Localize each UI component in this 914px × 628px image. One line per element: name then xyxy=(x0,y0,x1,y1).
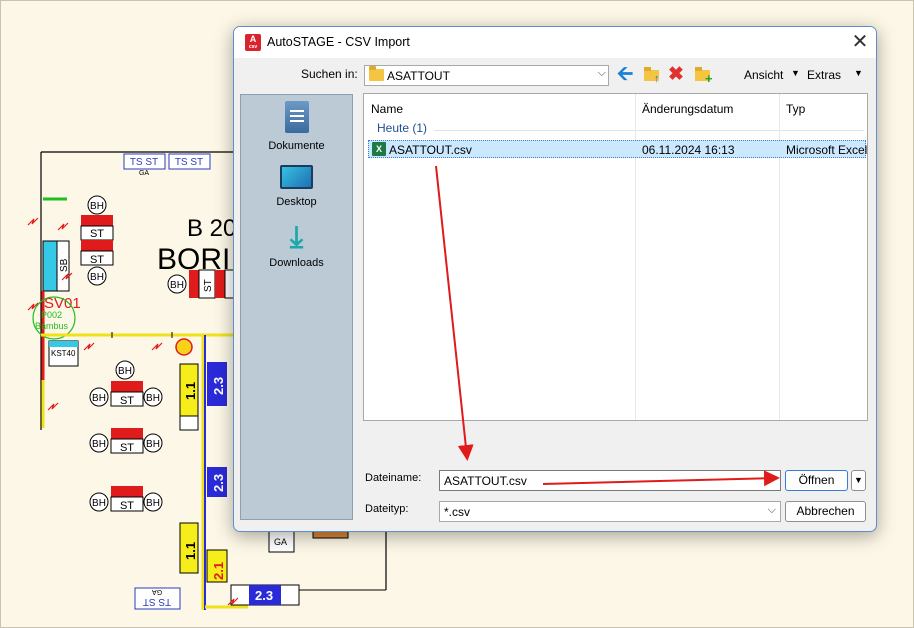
annotation-arrow-right xyxy=(542,470,780,487)
annotation-arrow-down xyxy=(435,165,474,461)
annotation-overlay xyxy=(435,165,780,487)
